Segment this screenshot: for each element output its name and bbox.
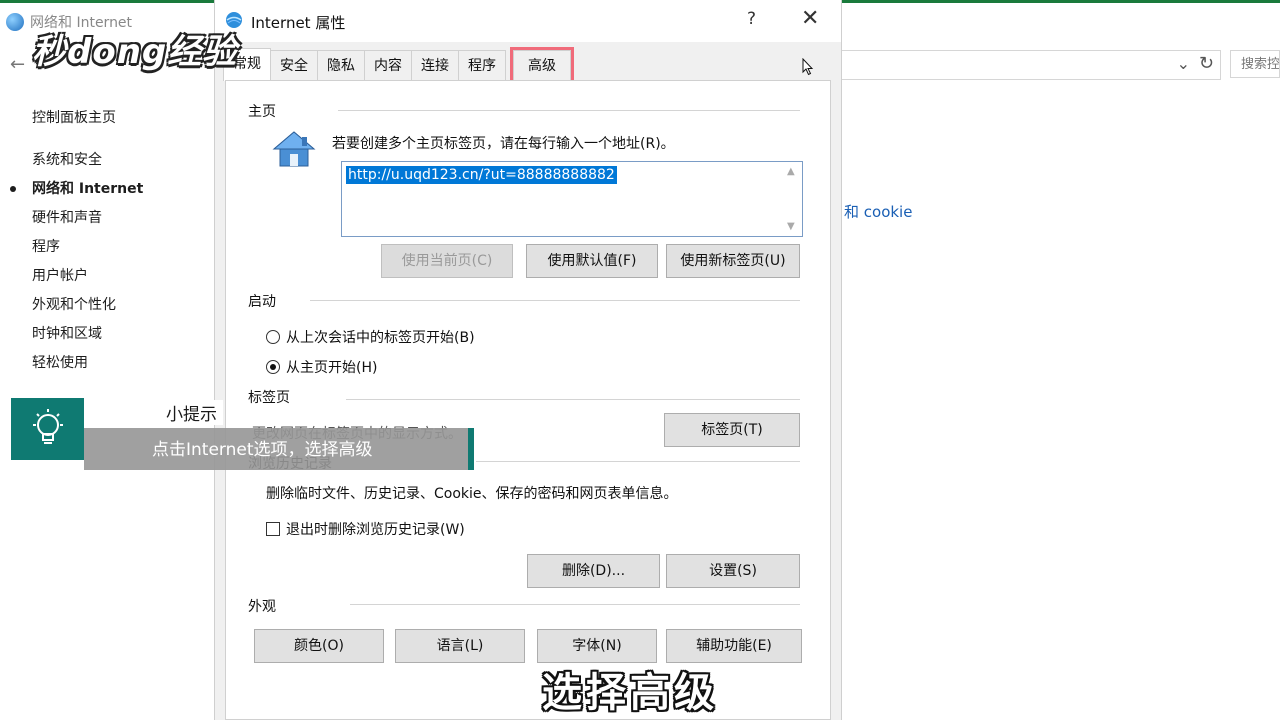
internet-properties-dialog: Internet 属性 ? ✕ 常规 安全 隐私 内容 连接 程序 高级 主页 …	[214, 0, 842, 720]
accessibility-button[interactable]: 辅助功能(E)	[666, 629, 802, 663]
nav-item-appearance[interactable]: 外观和个性化	[32, 291, 143, 320]
tip-text: 点击Internet选项，选择高级	[152, 440, 373, 460]
radio-last-session[interactable]	[266, 330, 280, 344]
nav-item-hardware-sound[interactable]: 硬件和声音	[32, 204, 143, 233]
active-bullet	[10, 186, 16, 192]
tabs-settings-button[interactable]: 标签页(T)	[664, 413, 800, 447]
chevron-down-icon[interactable]: ⌄	[1177, 54, 1190, 73]
tab-connections[interactable]: 连接	[411, 50, 459, 80]
video-subtitle: 选择高级	[542, 670, 718, 716]
use-new-tab-button[interactable]: 使用新标签页(U)	[666, 244, 800, 278]
network-globe-icon	[6, 13, 24, 31]
home-page-url: http://u.uqd123.cn/?ut=88888888882	[346, 166, 617, 184]
refresh-icon[interactable]: ↻	[1199, 53, 1214, 74]
help-button[interactable]: ?	[747, 9, 756, 29]
tab-content[interactable]: 内容	[364, 50, 412, 80]
startup-last-session-label: 从上次会话中的标签页开始(B)	[286, 330, 475, 346]
tip-box: 点击Internet选项，选择高级	[84, 428, 474, 470]
delete-on-exit-checkbox[interactable]	[266, 522, 280, 536]
back-arrow-icon[interactable]: ←	[10, 54, 25, 75]
lightbulb-icon	[11, 398, 84, 460]
cookie-link[interactable]: 和 cookie	[844, 201, 912, 222]
watermark-logo: 秒dong经验	[32, 32, 238, 72]
tabs-group-label: 标签页	[248, 390, 290, 406]
nav-item-system-security[interactable]: 系统和安全	[32, 146, 143, 175]
fonts-button[interactable]: 字体(N)	[537, 629, 657, 663]
general-tab-panel: 主页 若要创建多个主页标签页，请在每行输入一个地址(R)。 http://u.u…	[225, 80, 831, 720]
control-panel-nav: 控制面板主页 系统和安全 网络和 Internet 硬件和声音 程序 用户帐户 …	[10, 104, 143, 378]
startup-group-label: 启动	[248, 294, 276, 310]
close-button[interactable]: ✕	[801, 6, 819, 31]
history-separator	[476, 461, 800, 462]
tip-title: 小提示	[160, 400, 223, 425]
radio-start-home[interactable]	[266, 360, 280, 374]
nav-item-user-accounts[interactable]: 用户帐户	[32, 262, 143, 291]
dialog-title: Internet 属性	[251, 14, 346, 32]
delete-on-exit-label: 退出时删除浏览历史记录(W)	[286, 522, 465, 538]
startup-last-session-option[interactable]: 从上次会话中的标签页开始(B)	[266, 327, 475, 347]
house-icon	[272, 131, 316, 167]
startup-home-option[interactable]: 从主页开始(H)	[266, 357, 377, 377]
home-group-label: 主页	[248, 104, 276, 120]
tab-advanced[interactable]: 高级	[510, 47, 574, 83]
tip-lightbulb-svg	[32, 409, 63, 444]
tabs-separator	[346, 399, 800, 400]
nav-item-programs[interactable]: 程序	[32, 233, 143, 262]
colors-button[interactable]: 颜色(O)	[254, 629, 384, 663]
textarea-scrollbar[interactable]: ▲ ▼	[784, 164, 800, 234]
dialog-titlebar: Internet 属性 ? ✕	[215, 0, 841, 42]
delete-on-exit-option[interactable]: 退出时删除浏览历史记录(W)	[266, 519, 465, 539]
nav-item-clock-region[interactable]: 时钟和区域	[32, 320, 143, 349]
nav-item-control-panel-home[interactable]: 控制面板主页	[32, 104, 143, 133]
startup-separator	[310, 300, 800, 301]
use-default-button[interactable]: 使用默认值(F)	[526, 244, 658, 278]
nav-item-network-internet[interactable]: 网络和 Internet	[32, 175, 143, 204]
nav-item-ease-of-access[interactable]: 轻松使用	[32, 349, 143, 378]
tab-programs[interactable]: 程序	[458, 50, 506, 80]
tab-privacy[interactable]: 隐私	[317, 50, 365, 80]
history-settings-button[interactable]: 设置(S)	[666, 554, 800, 588]
home-separator	[338, 110, 800, 111]
home-page-textarea[interactable]: http://u.uqd123.cn/?ut=88888888882 ▲ ▼	[341, 161, 803, 237]
mouse-cursor-icon	[802, 58, 814, 76]
dialog-tabs: 常规 安全 隐私 内容 连接 程序 高级	[223, 47, 574, 83]
home-description: 若要创建多个主页标签页，请在每行输入一个地址(R)。	[332, 136, 675, 152]
startup-home-label: 从主页开始(H)	[286, 360, 378, 376]
scroll-down-icon[interactable]: ▼	[787, 221, 795, 232]
address-bar[interactable]: ⌄ ↻	[842, 50, 1221, 80]
tab-security[interactable]: 安全	[270, 50, 318, 80]
delete-history-button[interactable]: 删除(D)...	[527, 554, 660, 588]
appearance-group-label: 外观	[248, 599, 276, 615]
search-input[interactable]: 搜索控制	[1230, 50, 1280, 78]
scroll-up-icon[interactable]: ▲	[787, 166, 795, 177]
languages-button[interactable]: 语言(L)	[395, 629, 525, 663]
history-description: 删除临时文件、历史记录、Cookie、保存的密码和网页表单信息。	[266, 486, 678, 502]
use-current-button[interactable]: 使用当前页(C)	[381, 244, 513, 278]
appearance-separator	[350, 604, 800, 605]
